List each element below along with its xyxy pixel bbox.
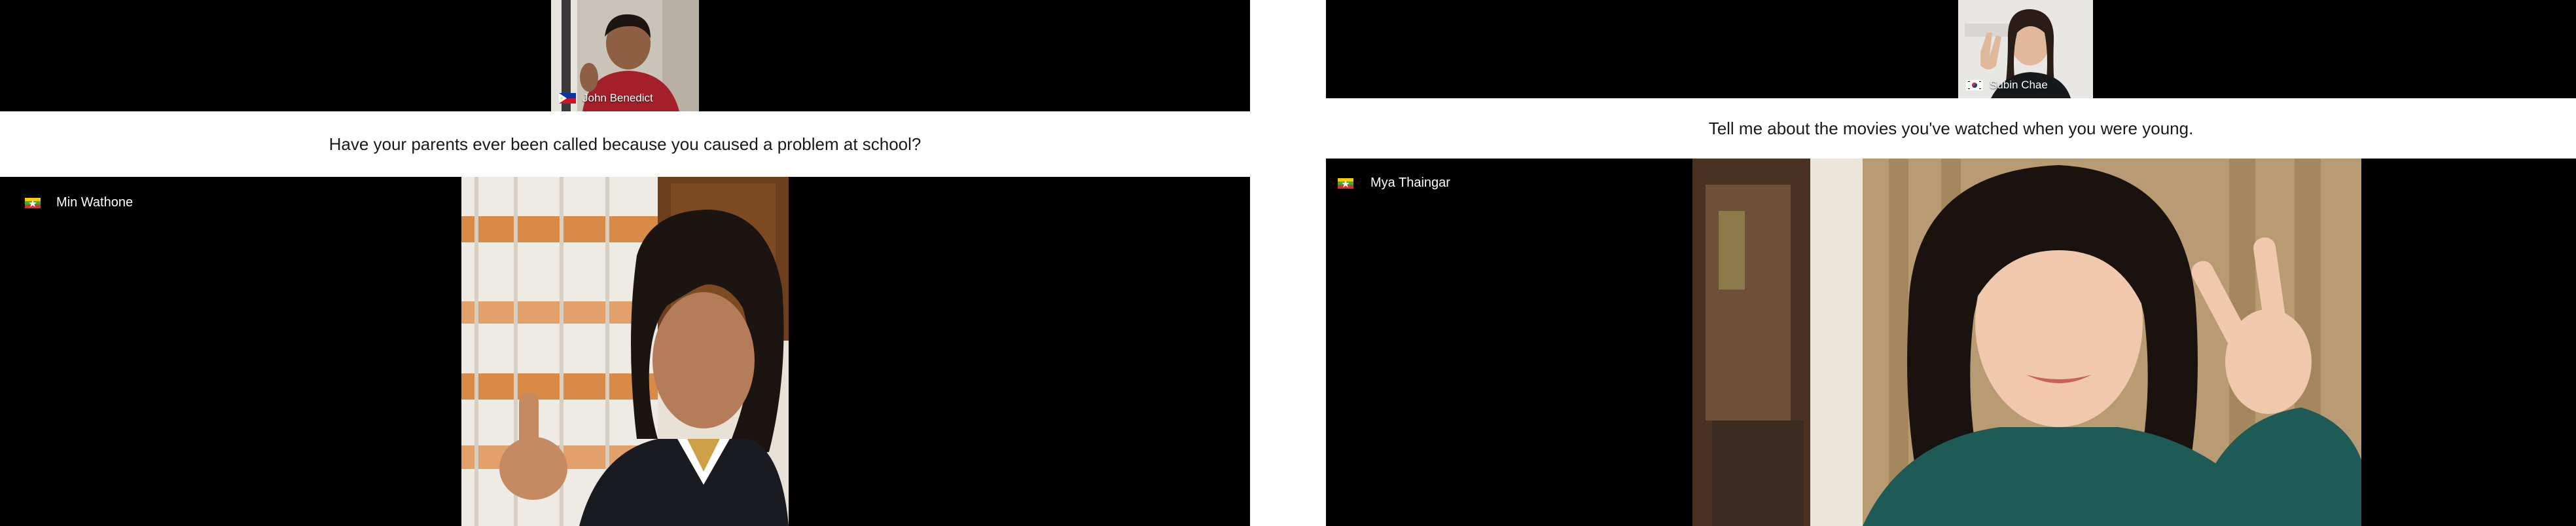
tutor-video-strip: John Benedict [0, 0, 1250, 111]
student-video-area: Mya Thaingar [1326, 159, 2576, 526]
tutor-name-label: Subin Chae [1966, 79, 2048, 92]
student-video-image [461, 177, 789, 526]
student-name-label: Mya Thaingar [1338, 176, 1450, 191]
question-bar: Have your parents ever been called becau… [0, 111, 1250, 177]
philippines-flag-icon [559, 93, 576, 103]
student-name: Mya Thaingar [1370, 176, 1450, 190]
question-text: Tell me about the movies you've watched … [1708, 118, 2194, 138]
question-text: Have your parents ever been called becau… [329, 134, 921, 154]
student-name: Min Wathone [56, 195, 134, 210]
tutor-video-tile[interactable]: John Benedict [551, 0, 699, 111]
right-session-panel: Subin Chae Tell me about the movies you'… [1326, 0, 2576, 526]
tutor-name: John Benedict [582, 92, 653, 104]
myanmar-flag-icon [25, 197, 41, 208]
tutor-video-tile[interactable]: Subin Chae [1958, 0, 2093, 98]
myanmar-flag-icon [1338, 178, 1353, 189]
tutor-name: Subin Chae [1990, 79, 2048, 91]
student-video-image [1692, 159, 2361, 526]
question-bar: Tell me about the movies you've watched … [1326, 98, 2576, 159]
student-video-feed[interactable] [461, 177, 789, 526]
tutor-name-label: John Benedict [559, 92, 653, 105]
student-video-feed[interactable] [1692, 159, 2361, 526]
student-video-area: Min Wathone [0, 177, 1250, 526]
south-korea-flag-icon [1966, 80, 1983, 90]
tutor-video-strip: Subin Chae [1326, 0, 2576, 98]
student-name-label: Min Wathone [25, 195, 133, 210]
left-session-panel: John Benedict Have your parents ever bee… [0, 0, 1250, 526]
